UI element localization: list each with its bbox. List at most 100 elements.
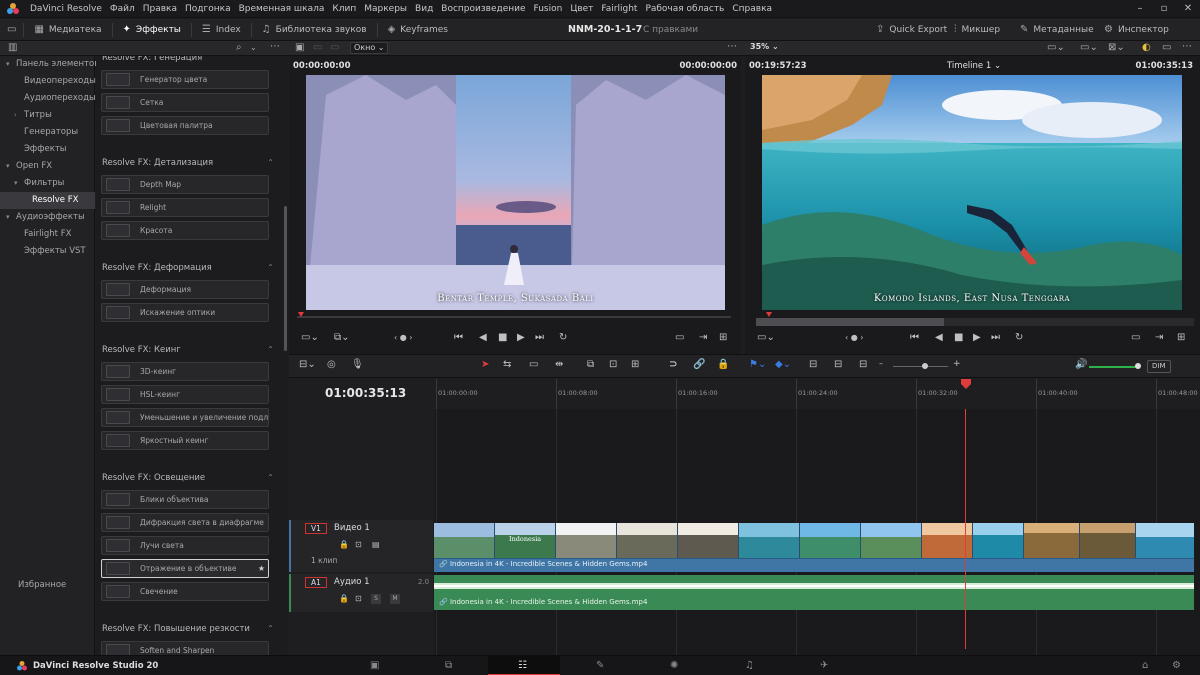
scrollbar-thumb[interactable] bbox=[284, 206, 287, 351]
menu-app[interactable]: DaVinci Resolve bbox=[26, 4, 106, 14]
fairlight-page-icon[interactable]: ♫ bbox=[745, 660, 754, 671]
zoom-full-icon[interactable]: ⊟ bbox=[809, 359, 817, 370]
selection-tool-icon[interactable]: ➤ bbox=[481, 359, 489, 370]
index-button[interactable]: ☰ Index bbox=[192, 19, 251, 41]
keyframes-button[interactable]: ◈ Keyframes bbox=[378, 19, 458, 41]
fx-item[interactable]: Деформация bbox=[101, 280, 269, 299]
video-clip-thumbnails[interactable]: Indonesia bbox=[434, 523, 1194, 558]
audio-track-name[interactable]: Аудио 1 bbox=[334, 577, 370, 587]
track-enable-icon[interactable]: ▤ bbox=[372, 540, 380, 549]
dynamic-trim-icon[interactable]: ▭ bbox=[529, 359, 538, 370]
chevron-up-icon[interactable]: ⌃ bbox=[267, 342, 274, 358]
menu-clip[interactable]: Клип bbox=[328, 4, 360, 14]
fx-group-header[interactable]: Resolve FX: Освещение ⌃ bbox=[102, 470, 274, 486]
tree-arrow-icon[interactable]: ▾ bbox=[6, 56, 16, 73]
timeline-timecode[interactable]: 01:00:35:13 bbox=[325, 386, 406, 400]
menu-color[interactable]: Цвет bbox=[566, 4, 597, 14]
fx-item[interactable]: Яркостный кеинг bbox=[101, 431, 269, 450]
fx-item[interactable]: Soften and Sharpen bbox=[101, 641, 269, 655]
snapping-icon[interactable]: ⊃ bbox=[669, 359, 677, 370]
layout-icon[interactable]: ⊠⌄ bbox=[1108, 43, 1125, 53]
insert-clip-icon[interactable]: ⧉ bbox=[587, 359, 594, 370]
minimize-icon[interactable]: – bbox=[1128, 0, 1152, 18]
window-mode-select[interactable]: Окно ⌄ bbox=[350, 42, 388, 54]
source-scrubber[interactable] bbox=[297, 316, 731, 318]
cut-page-icon[interactable]: ⧉ bbox=[445, 660, 452, 671]
color-icon[interactable]: ◐ bbox=[1142, 43, 1151, 53]
viewer-size-icon[interactable]: ▭⌄ bbox=[757, 332, 775, 343]
tree-item[interactable]: Аудиопереходы bbox=[0, 90, 96, 107]
zoom-slider[interactable] bbox=[893, 366, 948, 367]
replace-clip-icon[interactable]: ⊞ bbox=[631, 359, 639, 370]
chevron-up-icon[interactable]: ⌃ bbox=[267, 260, 274, 276]
fx-item[interactable]: Лучи света bbox=[101, 536, 269, 555]
media-page-icon[interactable]: ▣ bbox=[370, 660, 379, 671]
film-icon[interactable]: ▭ bbox=[330, 43, 339, 53]
layout-icon[interactable]: ▭⌄ bbox=[1047, 43, 1065, 53]
next-icon[interactable]: ⇥ bbox=[699, 332, 707, 343]
tree-item[interactable]: ▾ Панель элементов bbox=[0, 56, 99, 73]
timeline-name-select[interactable]: Timeline 1 ⌄ bbox=[947, 61, 1001, 71]
video-track-header[interactable]: V1 Видео 1 🔒 ⊡ ▤ 1 клип bbox=[289, 520, 433, 572]
film-icon[interactable]: ▭ bbox=[313, 43, 322, 53]
tree-item[interactable]: ▾ Аудиоэффекты bbox=[0, 209, 95, 226]
solo-button[interactable]: S bbox=[371, 594, 381, 604]
video-clip-bar[interactable]: 🔗 Indonesia in 4K - Incredible Scenes & … bbox=[434, 558, 1194, 572]
tree-arrow-icon[interactable]: › bbox=[14, 107, 24, 124]
program-playhead-icon[interactable] bbox=[766, 312, 772, 317]
fx-group-header[interactable]: Resolve FX: Деформация ⌃ bbox=[102, 260, 274, 276]
tree-arrow-icon[interactable]: ▾ bbox=[14, 175, 24, 192]
sidebar-toggle-icon[interactable]: ▥ bbox=[8, 43, 17, 53]
color-page-icon[interactable]: ✺ bbox=[670, 660, 678, 671]
audio-track-header[interactable]: A1 Аудио 1 2.0 🔒 ⊡ S M bbox=[289, 574, 433, 612]
fx-item[interactable]: Красота bbox=[101, 221, 269, 240]
blade-tool-icon[interactable]: ⇹ bbox=[555, 359, 563, 370]
fx-item[interactable]: Свечение bbox=[101, 582, 269, 601]
play-reverse-icon[interactable]: ◀ bbox=[935, 332, 943, 343]
zoom-slider-thumb[interactable] bbox=[922, 363, 928, 369]
layout-toggle-button[interactable]: ▭ bbox=[0, 19, 23, 41]
fx-item[interactable]: 3D-кеинг bbox=[101, 362, 269, 381]
add-icon[interactable]: ⊞ bbox=[719, 332, 727, 343]
tree-item[interactable]: Видеопереходы bbox=[0, 73, 96, 90]
next-icon[interactable]: ⇥ bbox=[1155, 332, 1163, 343]
loop-icon[interactable]: ↻ bbox=[1015, 332, 1023, 343]
home-icon[interactable]: ⌂ bbox=[1142, 660, 1148, 671]
transform-icon[interactable]: ⧉⌄ bbox=[334, 332, 350, 343]
favorites-label[interactable]: Избранное bbox=[0, 577, 95, 594]
options-icon[interactable]: ⋯ bbox=[270, 42, 280, 52]
fx-item[interactable]: Уменьшение и увеличение подл... bbox=[101, 408, 269, 427]
maximize-icon[interactable]: ▫ bbox=[1152, 0, 1176, 18]
edit-page-tab[interactable]: ☷ bbox=[488, 656, 560, 675]
tree-arrow-icon[interactable]: ▾ bbox=[6, 209, 16, 226]
mixer-button[interactable]: ⫶ Микшер bbox=[944, 19, 1010, 41]
viewer-size-icon[interactable]: ▭⌄ bbox=[301, 332, 319, 343]
loop-icon[interactable]: ↻ bbox=[559, 332, 567, 343]
play-icon[interactable]: ▶ bbox=[517, 332, 525, 343]
audio-clip[interactable]: 🔗 Indonesia in 4K - Incredible Scenes & … bbox=[434, 575, 1194, 610]
fx-group-header[interactable]: Resolve FX: Кеинг ⌃ bbox=[102, 342, 274, 358]
program-video-frame[interactable]: Komodo Islands, East Nusa Tenggara bbox=[762, 75, 1182, 310]
fx-item[interactable]: Цветовая палитра bbox=[101, 116, 269, 135]
layout-icon[interactable]: ▭⌄ bbox=[1080, 43, 1098, 53]
zoom-out-icon[interactable]: – bbox=[879, 359, 883, 368]
volume-slider[interactable] bbox=[1089, 366, 1137, 368]
link-icon[interactable]: 🔗 bbox=[693, 359, 705, 370]
sound-library-button[interactable]: ♫ Библиотека звуков bbox=[252, 19, 377, 41]
tree-arrow-icon[interactable]: ▾ bbox=[6, 158, 16, 175]
image-icon[interactable]: ▣ bbox=[295, 43, 304, 53]
chevron-up-icon[interactable]: ⌃ bbox=[267, 621, 274, 637]
jog-icon[interactable]: ‹ ● › bbox=[394, 333, 412, 342]
tree-item[interactable]: Resolve FX bbox=[0, 192, 95, 209]
match-frame-icon[interactable]: ▭ bbox=[1131, 332, 1140, 343]
viewer-layout-icon[interactable]: ▭ bbox=[1162, 43, 1171, 53]
source-playhead-icon[interactable] bbox=[298, 312, 304, 317]
menu-timeline[interactable]: Временная шкала bbox=[235, 4, 329, 14]
playhead-marker-icon[interactable] bbox=[961, 379, 971, 389]
menu-view[interactable]: Вид bbox=[411, 4, 437, 14]
fx-group-header[interactable]: Resolve FX: Детализация ⌃ bbox=[102, 155, 274, 171]
media-pool-button[interactable]: ▦ Медиатека bbox=[24, 19, 111, 41]
timeline-view-icon[interactable]: ⊟⌄ bbox=[299, 359, 316, 370]
audio-waveform-icon[interactable]: ◎ bbox=[327, 359, 336, 370]
fx-item[interactable]: HSL-кеинг bbox=[101, 385, 269, 404]
